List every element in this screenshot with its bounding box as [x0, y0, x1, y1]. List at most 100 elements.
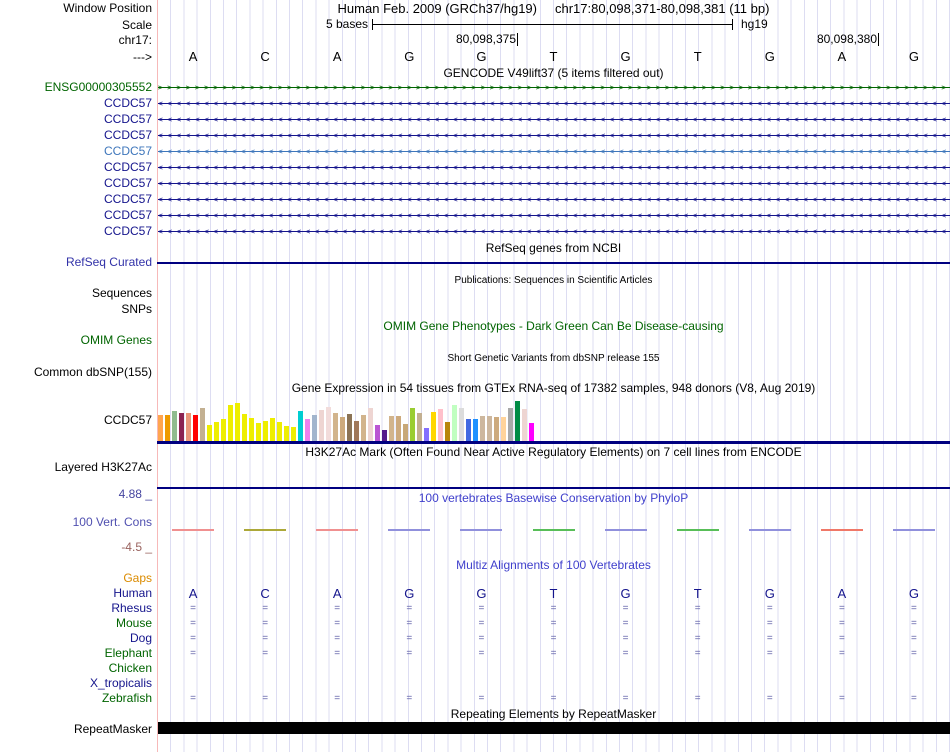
gtex-expression-barchart[interactable] [158, 400, 538, 441]
gtex-bar[interactable] [221, 419, 226, 441]
gtex-bar[interactable] [487, 416, 492, 441]
gtex-bar[interactable] [473, 419, 478, 441]
gene-row-arrows[interactable]: <<<<<<<<<<<<<<<<<<<<<<<<<<<<<<<<<<<<<<<<… [158, 161, 950, 174]
gtex-bar[interactable] [459, 408, 464, 441]
gtex-bar[interactable] [445, 422, 450, 441]
gene-row-arrows[interactable]: <<<<<<<<<<<<<<<<<<<<<<<<<<<<<<<<<<<<<<<<… [158, 113, 950, 126]
alignment-match-mark: = [478, 603, 485, 614]
gtex-bar[interactable] [501, 417, 506, 441]
gtex-bar[interactable] [438, 409, 443, 441]
gtex-bar[interactable] [319, 410, 324, 441]
repeatmasker-element[interactable] [158, 722, 950, 734]
gtex-bar[interactable] [494, 417, 499, 441]
alignment-match-mark: = [190, 693, 196, 704]
gtex-bar[interactable] [158, 415, 163, 441]
gtex-bar[interactable] [333, 413, 338, 441]
gene-row-arrows[interactable]: <<<<<<<<<<<<<<<<<<<<<<<<<<<<<<<<<<<<<<<<… [158, 209, 950, 222]
gene-row-arrows[interactable]: <<<<<<<<<<<<<<<<<<<<<<<<<<<<<<<<<<<<<<<<… [158, 145, 950, 158]
gtex-bar[interactable] [508, 408, 513, 441]
gtex-bar[interactable] [270, 418, 275, 441]
gtex-bar[interactable] [193, 415, 198, 441]
gtex-bar[interactable] [256, 423, 261, 441]
gtex-bar[interactable] [242, 414, 247, 441]
alignment-match-mark: = [766, 633, 773, 644]
human-base-letter: G [404, 586, 415, 601]
gene-label: ENSG00000305552 [44, 80, 152, 94]
h3k27ac-track-header[interactable]: H3K27Ac Mark (Often Found Near Active Re… [157, 446, 950, 459]
dbsnp-track-header[interactable]: Short Genetic Variants from dbSNP releas… [157, 352, 950, 365]
gtex-bar[interactable] [298, 411, 303, 441]
base-letter: A [188, 49, 198, 64]
gencode-track-header[interactable]: GENCODE V49lift37 (5 items filtered out) [157, 67, 950, 80]
human-base-letter: T [549, 586, 558, 601]
gtex-bar[interactable] [354, 421, 359, 441]
repeatmasker-track-header[interactable]: Repeating Elements by RepeatMasker [157, 708, 950, 721]
gtex-bar[interactable] [179, 413, 184, 441]
gtex-bar[interactable] [382, 430, 387, 441]
human-base-letter: A [332, 586, 342, 601]
gtex-bar[interactable] [291, 427, 296, 441]
scale-label: Scale [121, 18, 152, 32]
gtex-bar[interactable] [200, 408, 205, 441]
base-letter: G [764, 49, 775, 64]
gtex-bar[interactable] [410, 408, 415, 441]
gtex-bar[interactable] [165, 415, 170, 441]
gtex-bar[interactable] [186, 413, 191, 441]
gtex-bar[interactable] [172, 411, 177, 441]
gtex-bar[interactable] [249, 418, 254, 441]
scale-value: 5 bases [325, 17, 368, 31]
gtex-bar[interactable] [263, 421, 268, 441]
gtex-bar[interactable] [424, 428, 429, 441]
gtex-bar[interactable] [347, 414, 352, 441]
conservation-track-header[interactable]: 100 vertebrates Basewise Conservation by… [157, 492, 950, 505]
coordinate-tick-375[interactable]: 80,098,375 [398, 33, 518, 46]
gene-row-arrows[interactable]: <<<<<<<<<<<<<<<<<<<<<<<<<<<<<<<<<<<<<<<<… [158, 129, 950, 142]
gtex-bar[interactable] [452, 405, 457, 441]
gene-row-arrows[interactable]: <<<<<<<<<<<<<<<<<<<<<<<<<<<<<<<<<<<<<<<<… [158, 97, 950, 110]
gtex-track-header[interactable]: Gene Expression in 54 tissues from GTEx … [157, 382, 950, 395]
coordinate-tick-380[interactable]: 80,098,380 [759, 33, 879, 46]
gene-row-arrows[interactable]: <<<<<<<<<<<<<<<<<<<<<<<<<<<<<<<<<<<<<<<<… [158, 225, 950, 238]
gtex-bar[interactable] [515, 401, 520, 441]
gtex-bar[interactable] [228, 405, 233, 441]
gene-row-arrows[interactable]: >>>>>>>>>>>>>>>>>>>>>>>>>>>>>>>>>>>>>>>>… [158, 81, 950, 94]
gtex-bar[interactable] [340, 417, 345, 441]
gtex-bar[interactable] [361, 415, 366, 441]
human-base-letter: G [476, 586, 487, 601]
gtex-bar[interactable] [277, 422, 282, 441]
gtex-bar[interactable] [235, 403, 240, 441]
gtex-bar[interactable] [466, 419, 471, 441]
gene-row-arrows[interactable]: <<<<<<<<<<<<<<<<<<<<<<<<<<<<<<<<<<<<<<<<… [158, 177, 950, 190]
assembly-position-title: Human Feb. 2009 (GRCh37/hg19) chr17:80,09… [157, 2, 950, 15]
gene-row-arrows[interactable]: <<<<<<<<<<<<<<<<<<<<<<<<<<<<<<<<<<<<<<<<… [158, 193, 950, 206]
gtex-bar[interactable] [522, 409, 527, 441]
gtex-bar[interactable] [284, 426, 289, 441]
gtex-bar[interactable] [305, 419, 310, 441]
gtex-bar[interactable] [480, 416, 485, 441]
gtex-bar[interactable] [417, 413, 422, 441]
gtex-bar[interactable] [312, 415, 317, 441]
publications-track-header[interactable]: Publications: Sequences in Scientific Ar… [157, 274, 950, 287]
gtex-bar[interactable] [396, 416, 401, 441]
conservation-dash [244, 529, 287, 531]
gtex-bar[interactable] [403, 424, 408, 441]
layered-h3k27ac-label: Layered H3K27Ac [54, 460, 152, 474]
alignment-match-mark: = [550, 648, 557, 659]
gtex-bar[interactable] [375, 425, 380, 441]
gtex-bar[interactable] [529, 423, 534, 441]
gtex-bar[interactable] [214, 422, 219, 441]
omim-track-header[interactable]: OMIM Gene Phenotypes - Dark Green Can Be… [157, 320, 950, 333]
gtex-bar[interactable] [326, 407, 331, 441]
refseq-curated-element[interactable] [157, 262, 950, 264]
gtex-bar[interactable] [368, 408, 373, 441]
gtex-bar[interactable] [207, 425, 212, 441]
multiz-track-header[interactable]: Multiz Alignments of 100 Vertebrates [157, 559, 950, 572]
alignment-match-mark: = [190, 648, 196, 659]
human-base-letter: G [620, 586, 631, 601]
gtex-bar[interactable] [389, 416, 394, 441]
alignment-match-mark: = [550, 693, 557, 704]
gtex-bar[interactable] [431, 412, 436, 441]
alignment-match-mark: = [478, 618, 485, 629]
refseq-track-header[interactable]: RefSeq genes from NCBI [157, 242, 950, 255]
alignment-match-mark: = [190, 618, 196, 629]
